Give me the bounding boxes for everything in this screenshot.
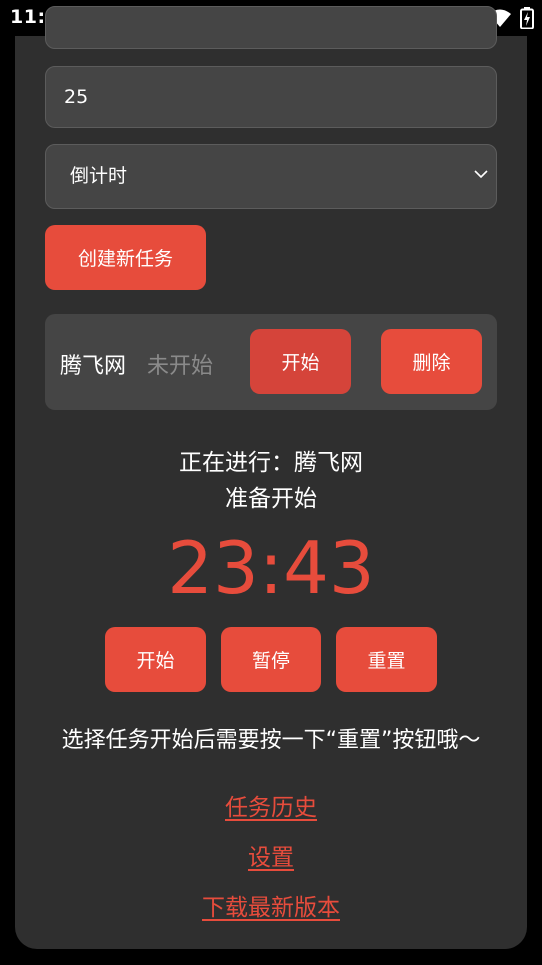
timer-reset-button[interactable]: 重置 xyxy=(336,627,437,692)
download-latest-link[interactable]: 下载最新版本 xyxy=(15,888,527,922)
task-name-input[interactable] xyxy=(45,6,497,49)
task-delete-button[interactable]: 删除 xyxy=(381,329,482,394)
settings-link[interactable]: 设置 xyxy=(15,838,527,872)
hint-text: 选择任务开始后需要按一下“重置”按钮哦～ xyxy=(61,728,481,753)
timer-mode-selected: 倒计时 xyxy=(70,165,128,187)
current-task-label: 正在进行：腾飞网 xyxy=(179,450,363,476)
timer-pause-button[interactable]: 暂停 xyxy=(221,627,321,692)
create-task-button[interactable]: 创建新任务 xyxy=(45,225,206,290)
battery-charging-icon xyxy=(520,7,534,29)
task-list-item: 腾飞网 未开始 开始 删除 xyxy=(45,314,497,410)
timer-mode-select[interactable]: 倒计时 xyxy=(45,144,497,209)
chevron-down-icon xyxy=(474,170,488,179)
minutes-input[interactable]: 25 xyxy=(45,66,497,128)
timer-state-label: 准备开始 xyxy=(225,486,317,512)
timer-start-button[interactable]: 开始 xyxy=(105,627,206,692)
task-history-link[interactable]: 任务历史 xyxy=(15,788,527,822)
task-status: 未开始 xyxy=(147,354,214,379)
app-screen: 11:53 A 25 倒计时 xyxy=(0,0,542,965)
task-start-button[interactable]: 开始 xyxy=(250,329,351,394)
timer-display: 23:43 xyxy=(167,526,375,610)
main-card: 25 倒计时 创建新任务 腾飞网 未开始 开始 删除 正在进行：腾飞网 准备开始… xyxy=(15,6,527,949)
task-name: 腾飞网 xyxy=(60,354,127,379)
